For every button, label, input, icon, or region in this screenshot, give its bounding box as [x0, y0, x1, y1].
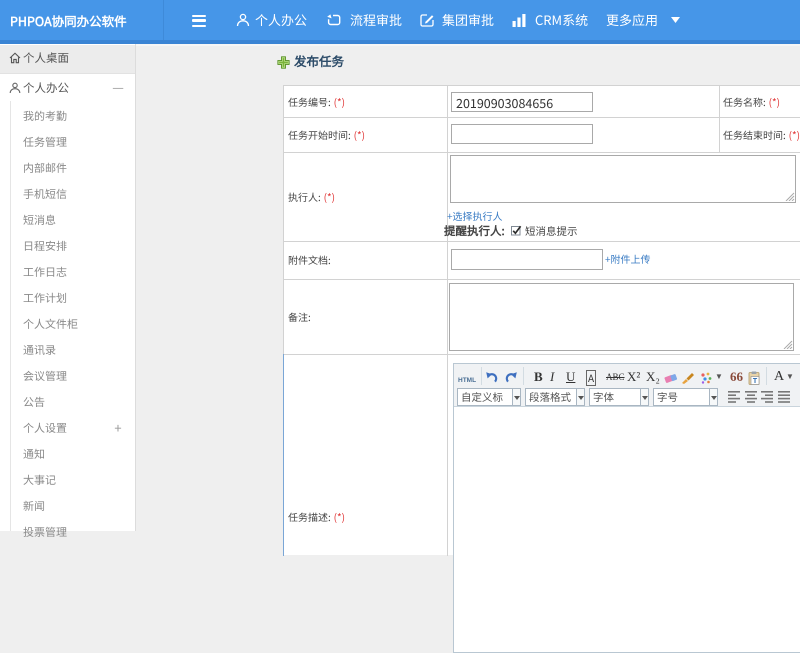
- svg-text:T: T: [753, 378, 758, 385]
